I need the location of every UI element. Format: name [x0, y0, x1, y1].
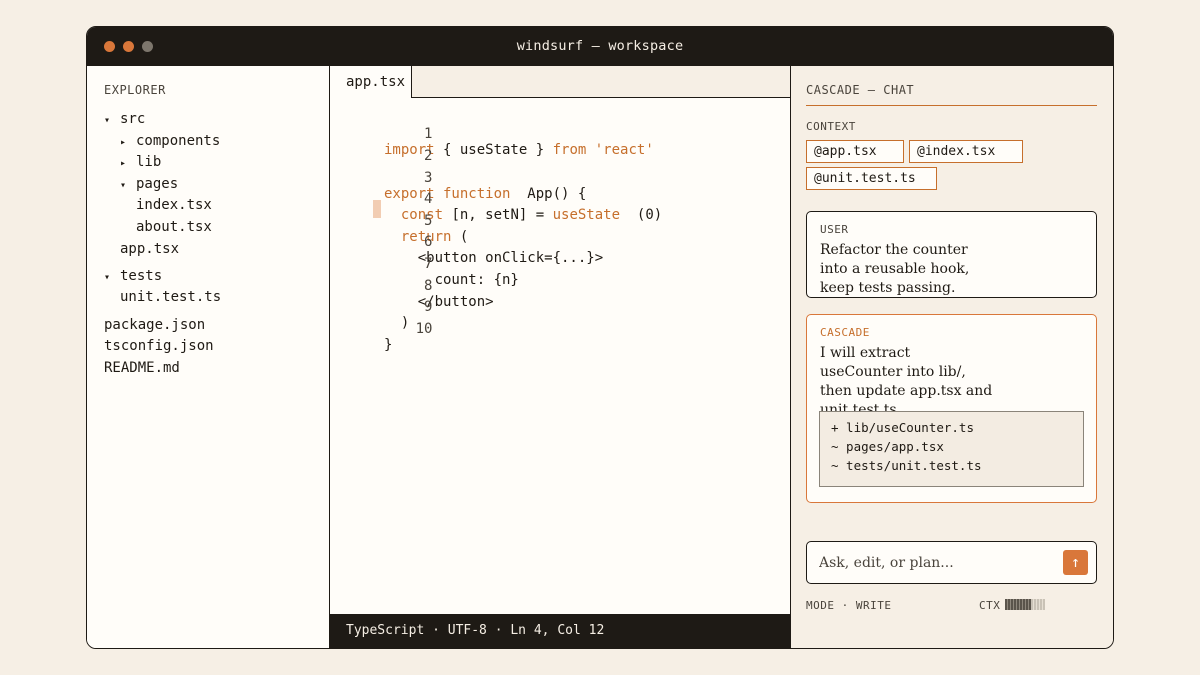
chat-panel: CASCADE — CHAT CONTEXT @app.tsx @index.t… [790, 66, 1113, 648]
code-line: 9 ) [384, 299, 433, 331]
code-line: 5 return ( [384, 213, 469, 245]
tree-folder-pages[interactable]: ▾ pages [120, 176, 178, 192]
user-message: USER Refactor the counter into a reusabl… [806, 211, 1097, 298]
code-line: 10 } [384, 321, 433, 353]
tree-file-about[interactable]: about.tsx [136, 219, 212, 235]
chevron-right-icon: ▸ [120, 137, 127, 148]
line-number: 2 [424, 148, 433, 164]
editor-panel: app.tsx 1 import { useState } from 'reac… [330, 66, 790, 648]
code-line: 3 export function App() { [384, 170, 587, 202]
send-button[interactable]: ↑ [1063, 550, 1088, 575]
chevron-down-icon: ▾ [120, 180, 127, 191]
message-text: I will extract useCounter into lib/, the… [820, 345, 993, 418]
tree-file-index[interactable]: index.tsx [136, 197, 212, 213]
line-number: 10 [415, 321, 433, 337]
line-number: 3 [424, 170, 433, 186]
chat-input[interactable] [819, 552, 1059, 574]
editor-tab-bar: app.tsx [330, 66, 790, 98]
line-number: 8 [424, 278, 433, 294]
explorer-heading: EXPLORER [104, 83, 166, 97]
line-number: 6 [424, 234, 433, 250]
line-number: 1 [424, 126, 433, 142]
window-title: windsurf — workspace [516, 38, 684, 54]
arrow-up-icon: ↑ [1070, 553, 1081, 571]
explorer-panel: EXPLORER ▾ src ▸ components ▸ lib ▾ pages in… [87, 66, 330, 648]
context-usage-fill [1005, 599, 1031, 610]
diff-line: ~ tests/unit.test.ts [831, 458, 982, 473]
code-line: 6 <button onClick={...}> [384, 234, 604, 266]
line-number: 4 [424, 191, 433, 207]
chat-input-box: ↑ [806, 541, 1097, 584]
tree-folder-src[interactable]: ▾ src [104, 111, 145, 127]
tree-folder-components[interactable]: ▸ components [120, 133, 220, 149]
chevron-down-icon: ▾ [104, 115, 111, 126]
tree-file-app[interactable]: app.tsx [120, 241, 179, 257]
context-meter-label: CTX [979, 599, 1001, 612]
diff-summary[interactable]: + lib/useCounter.ts ~ pages/app.tsx ~ te… [819, 411, 1084, 487]
context-chip[interactable]: @app.tsx [806, 140, 904, 163]
diff-line: ~ pages/app.tsx [831, 439, 944, 454]
title-bar: windsurf — workspace [87, 27, 1113, 66]
mode-indicator[interactable]: MODE · WRITE [806, 599, 891, 612]
diff-line: + lib/useCounter.ts [831, 420, 974, 435]
code-line: 7 count: {n} [384, 256, 519, 288]
message-text: Refactor the counter into a reusable hoo… [820, 242, 970, 296]
context-usage-meter [1005, 599, 1045, 610]
line-number: 7 [424, 256, 433, 272]
code-line: 4 const [n, setN] = useState (0) [384, 191, 663, 223]
tree-folder-lib[interactable]: ▸ lib [120, 154, 161, 170]
keyword: from [552, 142, 587, 158]
code-line: 8 </button> [384, 278, 494, 310]
function-call: useState [552, 207, 621, 223]
status-bar: TypeScript · UTF-8 · Ln 4, Col 12 [330, 614, 790, 648]
assistant-message: CASCADE I will extract useCounter into l… [806, 314, 1097, 503]
chat-heading: CASCADE — CHAT [806, 83, 915, 97]
code-line: 1 import { useState } from 'react' [384, 126, 654, 158]
tree-file-unit-test[interactable]: unit.test.ts [120, 289, 221, 305]
line-number: 9 [424, 299, 433, 315]
tree-file-package-json[interactable]: package.json [104, 317, 205, 333]
tree-folder-tests[interactable]: ▾ tests [104, 268, 162, 284]
tab-app-tsx[interactable]: app.tsx [330, 66, 412, 98]
message-role: USER [820, 223, 849, 236]
tree-file-tsconfig[interactable]: tsconfig.json [104, 338, 214, 354]
chevron-down-icon: ▾ [104, 272, 111, 283]
divider [806, 105, 1097, 106]
message-role: CASCADE [820, 326, 870, 339]
tree-file-readme[interactable]: README.md [104, 360, 180, 376]
chevron-right-icon: ▸ [120, 158, 127, 169]
line-number: 5 [424, 213, 433, 229]
string-literal: 'react' [586, 142, 654, 158]
app-window: windsurf — workspace EXPLORER ▾ src ▸ comp… [86, 26, 1114, 649]
context-chip[interactable]: @unit.test.ts [806, 167, 937, 190]
code-line: 2 [330, 132, 432, 164]
context-label: CONTEXT [806, 120, 856, 133]
context-chip[interactable]: @index.tsx [909, 140, 1023, 163]
